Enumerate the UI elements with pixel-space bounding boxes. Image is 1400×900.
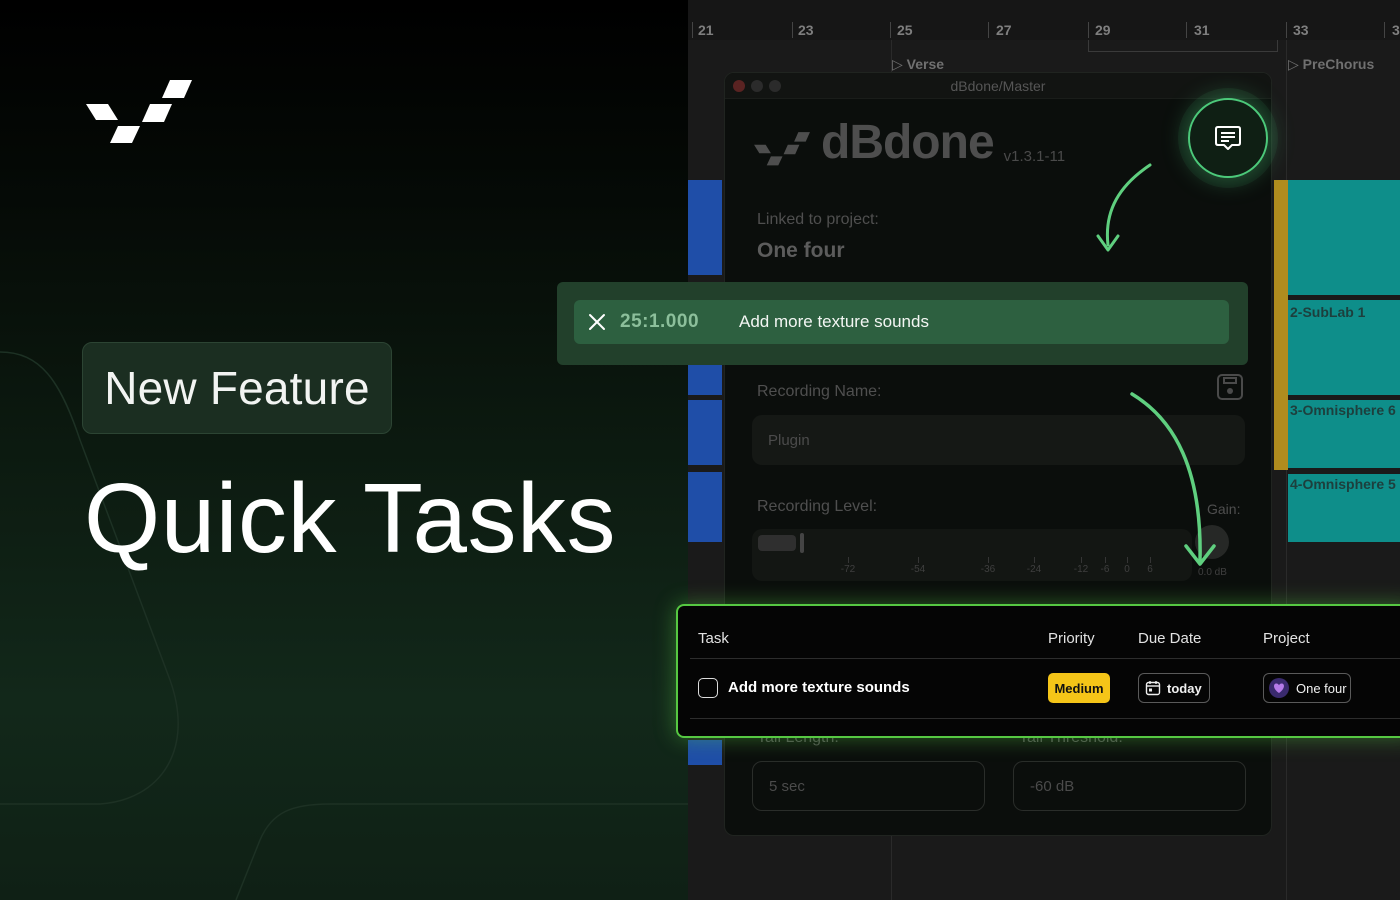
task-checkbox[interactable] [698,678,718,698]
column-header-task[interactable]: Task [698,630,729,647]
project-chip[interactable]: One four [1263,673,1351,703]
calendar-icon [1145,681,1161,696]
quick-task-input[interactable]: Add more texture sounds [739,312,929,332]
quick-task-bar[interactable]: 25:1.000 Add more texture sounds [574,300,1229,344]
task-name[interactable]: Add more texture sounds [728,679,910,696]
due-date-chip[interactable]: today [1138,673,1210,703]
close-icon[interactable] [588,313,606,331]
heart-avatar-icon [1269,678,1289,698]
column-header-project[interactable]: Project [1263,630,1310,647]
column-header-priority[interactable]: Priority [1048,630,1095,647]
column-header-due-date[interactable]: Due Date [1138,630,1201,647]
tasks-table: Task Priority Due Date Project Add more … [676,604,1400,738]
priority-badge[interactable]: Medium [1048,673,1110,703]
quick-task-timestamp: 25:1.000 [620,311,700,332]
guide-arrows [1096,163,1216,566]
